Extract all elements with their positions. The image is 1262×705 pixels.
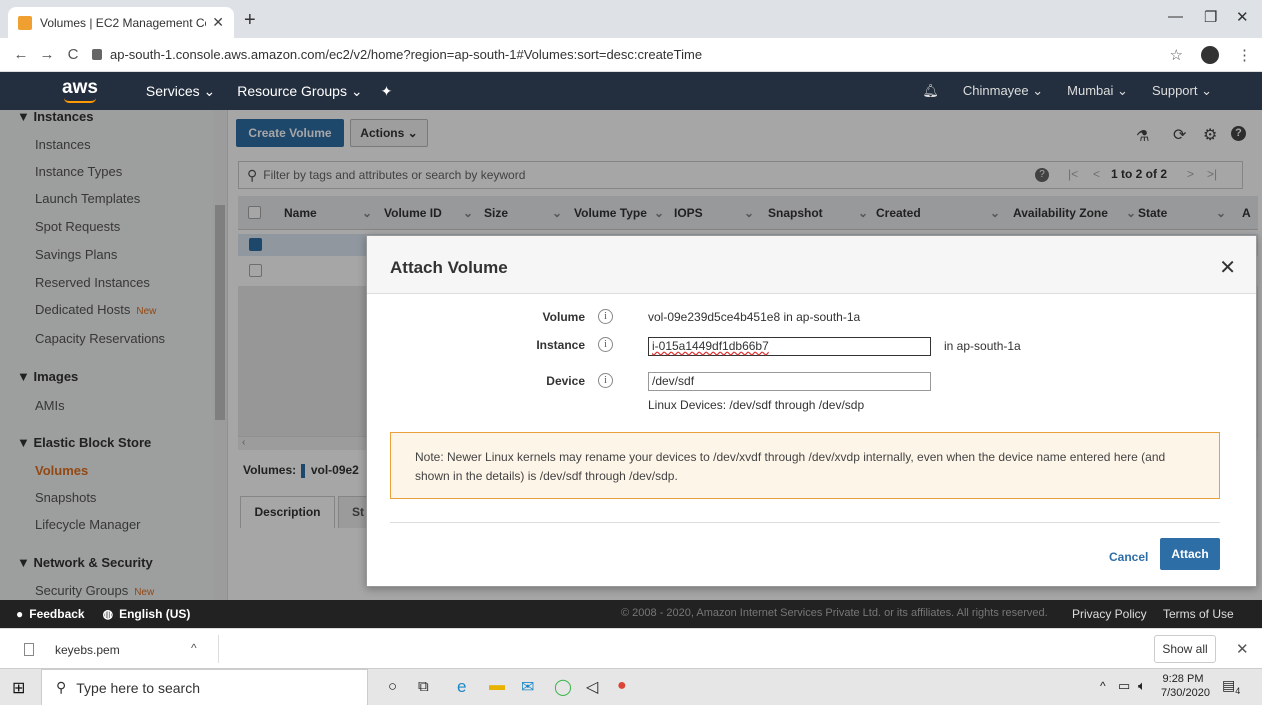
divider (218, 635, 219, 663)
restore-icon[interactable]: ❐ (1204, 8, 1217, 26)
forward-icon[interactable]: → (34, 46, 60, 63)
device-input[interactable]: /dev/sdf (648, 372, 931, 391)
user-menu[interactable]: Chinmayee ⌄ (963, 83, 1043, 99)
new-tab-icon[interactable]: + (244, 9, 256, 32)
search-icon: ⚲ (56, 679, 67, 695)
address-bar: ← → C ap-south-1.console.aws.amazon.com/… (0, 38, 1262, 72)
dialog-title: Attach Volume (390, 258, 508, 277)
download-filename[interactable]: keyebs.pem (55, 643, 120, 657)
privacy-policy-link[interactable]: Privacy Policy (1072, 607, 1147, 621)
dialog-divider (390, 522, 1220, 523)
chrome-icon[interactable]: ● (617, 677, 627, 695)
services-menu[interactable]: Services ⌄ (146, 83, 215, 100)
tab-close-icon[interactable]: ✕ (212, 14, 224, 31)
profile-avatar[interactable] (1201, 46, 1219, 64)
terms-of-use-link[interactable]: Terms of Use (1163, 607, 1234, 621)
chevron-up-icon[interactable]: ^ (191, 641, 197, 655)
dialog-close-icon[interactable]: ✕ (1219, 255, 1236, 280)
close-downloads-icon[interactable]: ✕ (1236, 640, 1249, 658)
services-label: Services (145, 82, 200, 99)
info-icon[interactable]: i (598, 373, 613, 388)
volume-value: vol-09e239d5ce4b451e8 in ap-south-1a (648, 310, 861, 324)
language-selector[interactable]: ◍ English (US) (103, 607, 191, 621)
browser-menu-icon[interactable]: ⋮ (1237, 46, 1252, 64)
support-label: Support (1151, 83, 1198, 98)
chat-bubble-icon: ● (16, 607, 24, 621)
instance-input-value: i-015a1449df1db66b7 (652, 339, 769, 353)
bookmark-star-icon[interactable]: ☆ (1170, 46, 1183, 64)
lock-icon (92, 49, 102, 60)
attach-button[interactable]: Attach (1160, 538, 1220, 570)
user-label: Chinmayee (962, 83, 1029, 98)
browser-tab[interactable]: Volumes | EC2 Management Con ✕ (8, 7, 234, 38)
back-icon[interactable]: ← (8, 46, 34, 63)
cortana-icon[interactable]: ○ (388, 678, 397, 695)
info-icon[interactable]: i (598, 309, 613, 324)
notification-count: 4 (1235, 685, 1241, 696)
region-label: Mumbai (1067, 83, 1114, 98)
dialog-header: Attach Volume ✕ (367, 236, 1256, 294)
aws-logo[interactable]: aws (62, 77, 98, 103)
copyright-text: © 2008 - 2020, Amazon Internet Services … (621, 607, 1048, 619)
clock-time: 9:28 PM (1162, 673, 1204, 685)
feedback-link[interactable]: ● Feedback (16, 607, 85, 621)
downloads-bar: keyebs.pem ^ Show all ✕ (0, 628, 1262, 668)
tab-title: Volumes | EC2 Management Con (40, 15, 207, 30)
task-view-icon[interactable]: ⧉ (418, 678, 429, 695)
resource-groups-menu[interactable]: Resource Groups ⌄ (237, 83, 362, 100)
region-menu[interactable]: Mumbai ⌄ (1067, 83, 1128, 99)
taskbar-search-placeholder: Type here to search (76, 679, 201, 696)
window-close-icon[interactable]: ✕ (1236, 8, 1249, 26)
cancel-button[interactable]: Cancel (1109, 550, 1148, 564)
app-ring-icon[interactable]: ◯ (554, 677, 572, 697)
instance-zone-text: in ap-south-1a (944, 339, 1021, 353)
mail-icon[interactable]: ✉ (521, 677, 534, 697)
instance-label: Instance (536, 338, 585, 352)
file-icon (24, 643, 34, 656)
file-explorer-icon[interactable]: ▬ (489, 677, 505, 695)
visual-studio-icon[interactable]: ◁ (586, 677, 598, 697)
url-field[interactable]: ap-south-1.console.aws.amazon.com/ec2/v2… (92, 47, 702, 62)
device-label: Device (546, 374, 585, 388)
show-all-button[interactable]: Show all (1154, 635, 1216, 663)
clock[interactable]: 9:28 PM 7/30/2020 (1161, 672, 1210, 700)
pin-icon[interactable]: ✦ (381, 83, 393, 100)
url-text: ap-south-1.console.aws.amazon.com/ec2/v2… (110, 47, 703, 62)
volume-label: Volume (542, 310, 585, 324)
resource-groups-label: Resource Groups (237, 82, 347, 99)
info-icon[interactable]: i (598, 337, 613, 352)
bell-icon[interactable]: 🔔︎ (922, 83, 939, 99)
taskbar-search-input[interactable]: ⚲ Type here to search (41, 669, 368, 705)
browser-tab-bar: Volumes | EC2 Management Con ✕ + — ❐ ✕ (0, 0, 1262, 38)
attach-volume-dialog: Attach Volume ✕ Volume i vol-09e239d5ce4… (366, 235, 1257, 587)
reload-icon[interactable]: C (60, 46, 86, 63)
language-label: English (US) (119, 607, 191, 621)
clock-date: 7/30/2020 (1161, 687, 1210, 699)
edge-icon[interactable]: e (457, 677, 466, 697)
battery-icon[interactable]: ▭ (1118, 678, 1130, 694)
minimize-icon[interactable]: — (1168, 8, 1183, 25)
chevron-down-icon: ⌄ (203, 82, 216, 99)
notification-icon[interactable]: ▤4 (1222, 677, 1240, 696)
windows-taskbar: ⊞ ⚲ Type here to search ○ ⧉ e ▬ ✉ ◯ ◁ ● … (0, 668, 1262, 705)
kernel-rename-note: Note: Newer Linux kernels may rename you… (390, 432, 1220, 499)
windows-start-icon[interactable]: ⊞ (12, 678, 25, 698)
aws-favicon-icon (18, 15, 32, 30)
aws-top-nav: aws Services ⌄ Resource Groups ⌄ ✦ 🔔︎ Ch… (0, 72, 1262, 110)
globe-icon: ◍ (102, 607, 114, 621)
feedback-label: Feedback (29, 607, 85, 621)
support-menu[interactable]: Support ⌄ (1152, 83, 1212, 99)
device-hint: Linux Devices: /dev/sdf through /dev/sdp (648, 398, 865, 412)
console-footer: ● Feedback ◍ English (US) © 2008 - 2020, A… (0, 600, 1262, 628)
instance-input[interactable]: i-015a1449df1db66b7 (648, 337, 931, 356)
tray-chevron-icon[interactable]: ^ (1100, 679, 1106, 693)
volume-icon[interactable]: 🔈︎ (1138, 678, 1146, 694)
chevron-down-icon: ⌄ (350, 82, 363, 99)
